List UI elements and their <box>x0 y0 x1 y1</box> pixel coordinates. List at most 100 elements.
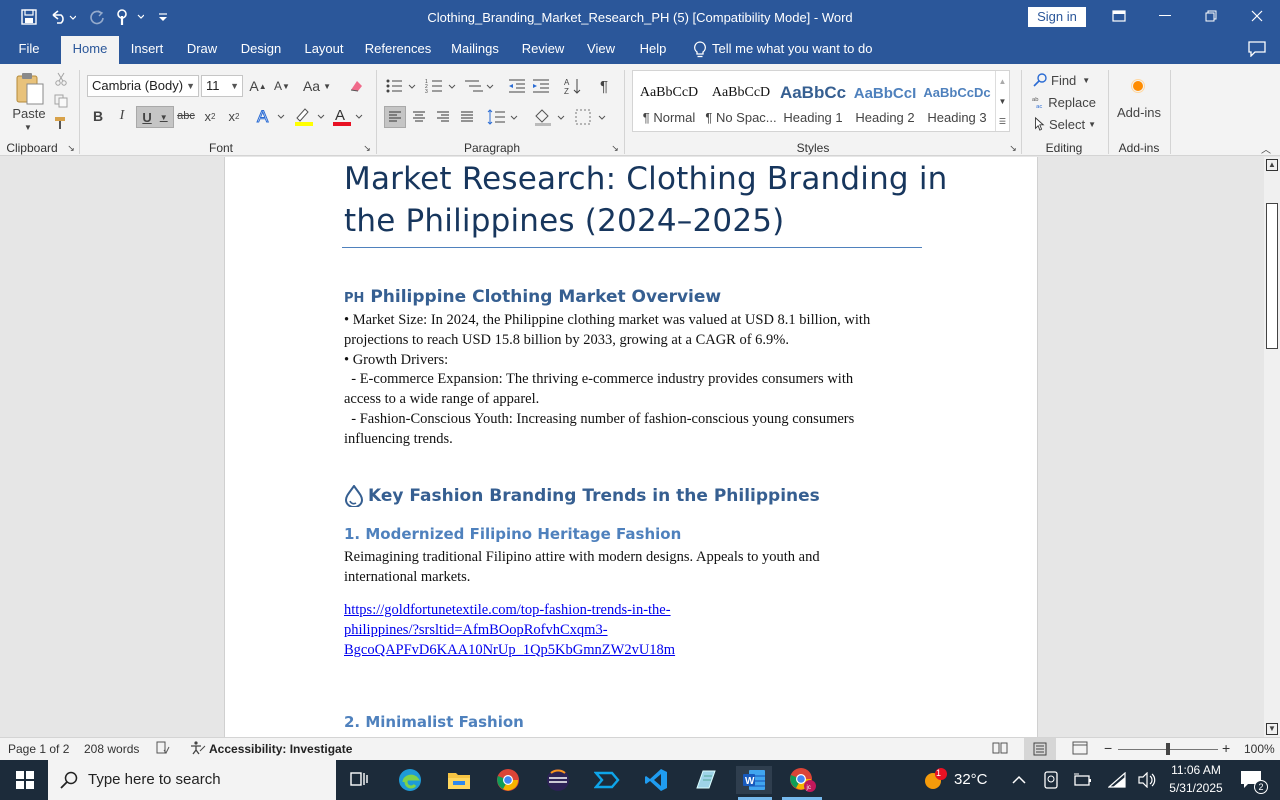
select-button[interactable]: Select ▼ <box>1032 114 1096 134</box>
windows-start-icon[interactable] <box>10 766 40 794</box>
styles-scroll-down-icon[interactable]: ▼ <box>995 91 1009 111</box>
align-left-icon[interactable] <box>384 106 406 128</box>
grow-font-icon[interactable]: A ▲ <box>248 76 268 96</box>
word-count[interactable]: 208 words <box>84 742 139 756</box>
print-layout-icon[interactable] <box>1024 738 1056 760</box>
font-name-combo[interactable]: Cambria (Body) ▼ <box>87 75 199 97</box>
hyperlink-line[interactable]: https://goldfortunetextile.com/top-fashi… <box>344 600 671 620</box>
tab-layout[interactable]: Layout <box>298 36 350 64</box>
zoom-out-icon[interactable]: − <box>1104 740 1112 756</box>
comments-icon[interactable] <box>1244 36 1270 64</box>
ribbon-display-options-icon[interactable] <box>1096 0 1142 32</box>
tab-design[interactable]: Design <box>234 36 288 64</box>
highlight-color-icon[interactable] <box>292 106 326 126</box>
tab-file[interactable]: File <box>6 36 52 64</box>
word-taskbar-icon[interactable]: W <box>736 766 772 794</box>
bold-icon[interactable]: B <box>88 106 108 126</box>
paste-icon[interactable] <box>10 70 50 108</box>
vertical-scrollbar[interactable]: ▲ ▼ <box>1264 157 1280 737</box>
zoom-in-icon[interactable]: + <box>1222 740 1230 756</box>
shrink-font-icon[interactable]: A ▼ <box>272 76 292 96</box>
zoom-slider-thumb[interactable] <box>1166 743 1170 755</box>
text-effects-icon[interactable]: A <box>254 106 286 126</box>
restore-icon[interactable] <box>1188 0 1234 32</box>
eclipse-icon[interactable] <box>543 766 573 794</box>
wifi-icon[interactable] <box>1102 766 1132 794</box>
collapse-ribbon-icon[interactable]: ︿ <box>1258 142 1274 156</box>
superscript-icon[interactable]: x2 <box>224 106 244 126</box>
borders-icon[interactable] <box>574 106 608 128</box>
font-color-icon[interactable]: A <box>330 106 364 126</box>
styles-scroll-up-icon[interactable]: ▲ <box>995 71 1009 91</box>
styles-launcher-icon[interactable]: ↘ <box>1008 143 1018 153</box>
paste-button[interactable]: Paste <box>8 104 50 122</box>
power-automate-icon[interactable] <box>592 766 622 794</box>
cut-icon[interactable] <box>52 70 70 88</box>
web-layout-icon[interactable] <box>1072 741 1088 758</box>
scroll-down-icon[interactable]: ▼ <box>1266 723 1278 735</box>
close-icon[interactable] <box>1234 0 1280 32</box>
numbering-icon[interactable]: 123 <box>424 76 458 96</box>
chrome-icon[interactable] <box>493 766 523 794</box>
scroll-up-icon[interactable]: ▲ <box>1266 159 1278 171</box>
align-right-icon[interactable] <box>432 106 454 128</box>
battery-plug-icon[interactable] <box>1068 766 1098 794</box>
accessibility-status[interactable]: Accessibility: Investigate <box>209 742 352 756</box>
clear-formatting-icon[interactable] <box>346 76 368 96</box>
styles-more-icon[interactable]: ☰ <box>995 111 1009 131</box>
font-size-combo[interactable]: 11 ▼ <box>201 75 243 97</box>
tab-home[interactable]: Home <box>61 36 119 64</box>
show-formatting-marks-icon[interactable]: ¶ <box>594 76 614 96</box>
subscript-icon[interactable]: x2 <box>200 106 220 126</box>
tab-mailings[interactable]: Mailings <box>446 36 504 64</box>
line-spacing-icon[interactable] <box>486 106 520 128</box>
hyperlink-line[interactable]: BgcoQAPFvD6KAA10NrUp_1Qp5KbGmnZW2vU18m <box>344 640 675 660</box>
tab-review[interactable]: Review <box>516 36 570 64</box>
meet-now-icon[interactable] <box>1036 766 1066 794</box>
scroll-thumb[interactable] <box>1266 203 1278 349</box>
clock-date[interactable]: 5/31/2025 <box>1166 781 1226 795</box>
tab-insert[interactable]: Insert <box>124 36 170 64</box>
file-explorer-icon[interactable] <box>444 766 474 794</box>
tell-me-search[interactable]: Tell me what you want to do <box>712 36 882 64</box>
copy-icon[interactable] <box>52 92 70 110</box>
minimize-icon[interactable] <box>1142 0 1188 32</box>
strikethrough-icon[interactable]: abc <box>176 106 196 126</box>
shading-icon[interactable] <box>532 106 568 128</box>
tab-references[interactable]: References <box>362 36 434 64</box>
sort-icon[interactable]: AZ <box>562 76 584 96</box>
tab-view[interactable]: View <box>582 36 620 64</box>
page-count[interactable]: Page 1 of 2 <box>8 742 69 756</box>
zoom-level[interactable]: 100% <box>1244 742 1275 756</box>
style-normal[interactable]: AaBbCcD ¶ Normal <box>633 71 705 131</box>
change-case-button[interactable]: Aa ▼ <box>300 76 334 96</box>
italic-icon[interactable]: I <box>112 106 132 126</box>
bullets-icon[interactable] <box>384 76 418 96</box>
justify-icon[interactable] <box>456 106 478 128</box>
tab-draw[interactable]: Draw <box>180 36 224 64</box>
format-painter-icon[interactable] <box>52 114 70 132</box>
read-mode-icon[interactable] <box>992 741 1008 758</box>
sign-in-button[interactable]: Sign in <box>1028 7 1086 27</box>
add-ins-button[interactable]: Add-ins <box>1112 102 1166 122</box>
edge-icon[interactable] <box>395 766 425 794</box>
chrome-profile-icon[interactable]: jc <box>788 766 818 794</box>
taskbar-search-box[interactable]: Type here to search <box>48 760 336 800</box>
decrease-indent-icon[interactable] <box>506 76 528 96</box>
temperature[interactable]: 32°C <box>954 771 988 788</box>
hyperlink-line[interactable]: philippines/?srsltid=AfmBOopRofvhCxqm3- <box>344 620 608 640</box>
find-button[interactable]: Find ▼ <box>1032 70 1096 90</box>
weather-icon[interactable] <box>920 766 950 794</box>
task-view-icon[interactable] <box>344 766 374 794</box>
notepad-icon[interactable] <box>690 766 720 794</box>
style-no-spacing[interactable]: AaBbCcD ¶ No Spac... <box>705 71 777 131</box>
replace-button[interactable]: ab ac Replace <box>1032 92 1096 112</box>
accessibility-icon[interactable] <box>190 741 206 758</box>
proofing-icon[interactable] <box>156 741 170 758</box>
document-page[interactable]: Market Research: Clothing Branding in th… <box>224 157 1038 737</box>
style-heading-2[interactable]: AaBbCcI Heading 2 <box>849 71 921 131</box>
font-launcher-icon[interactable]: ↘ <box>362 143 372 153</box>
tab-help[interactable]: Help <box>632 36 674 64</box>
volume-icon[interactable] <box>1132 766 1162 794</box>
paragraph-launcher-icon[interactable]: ↘ <box>610 143 620 153</box>
